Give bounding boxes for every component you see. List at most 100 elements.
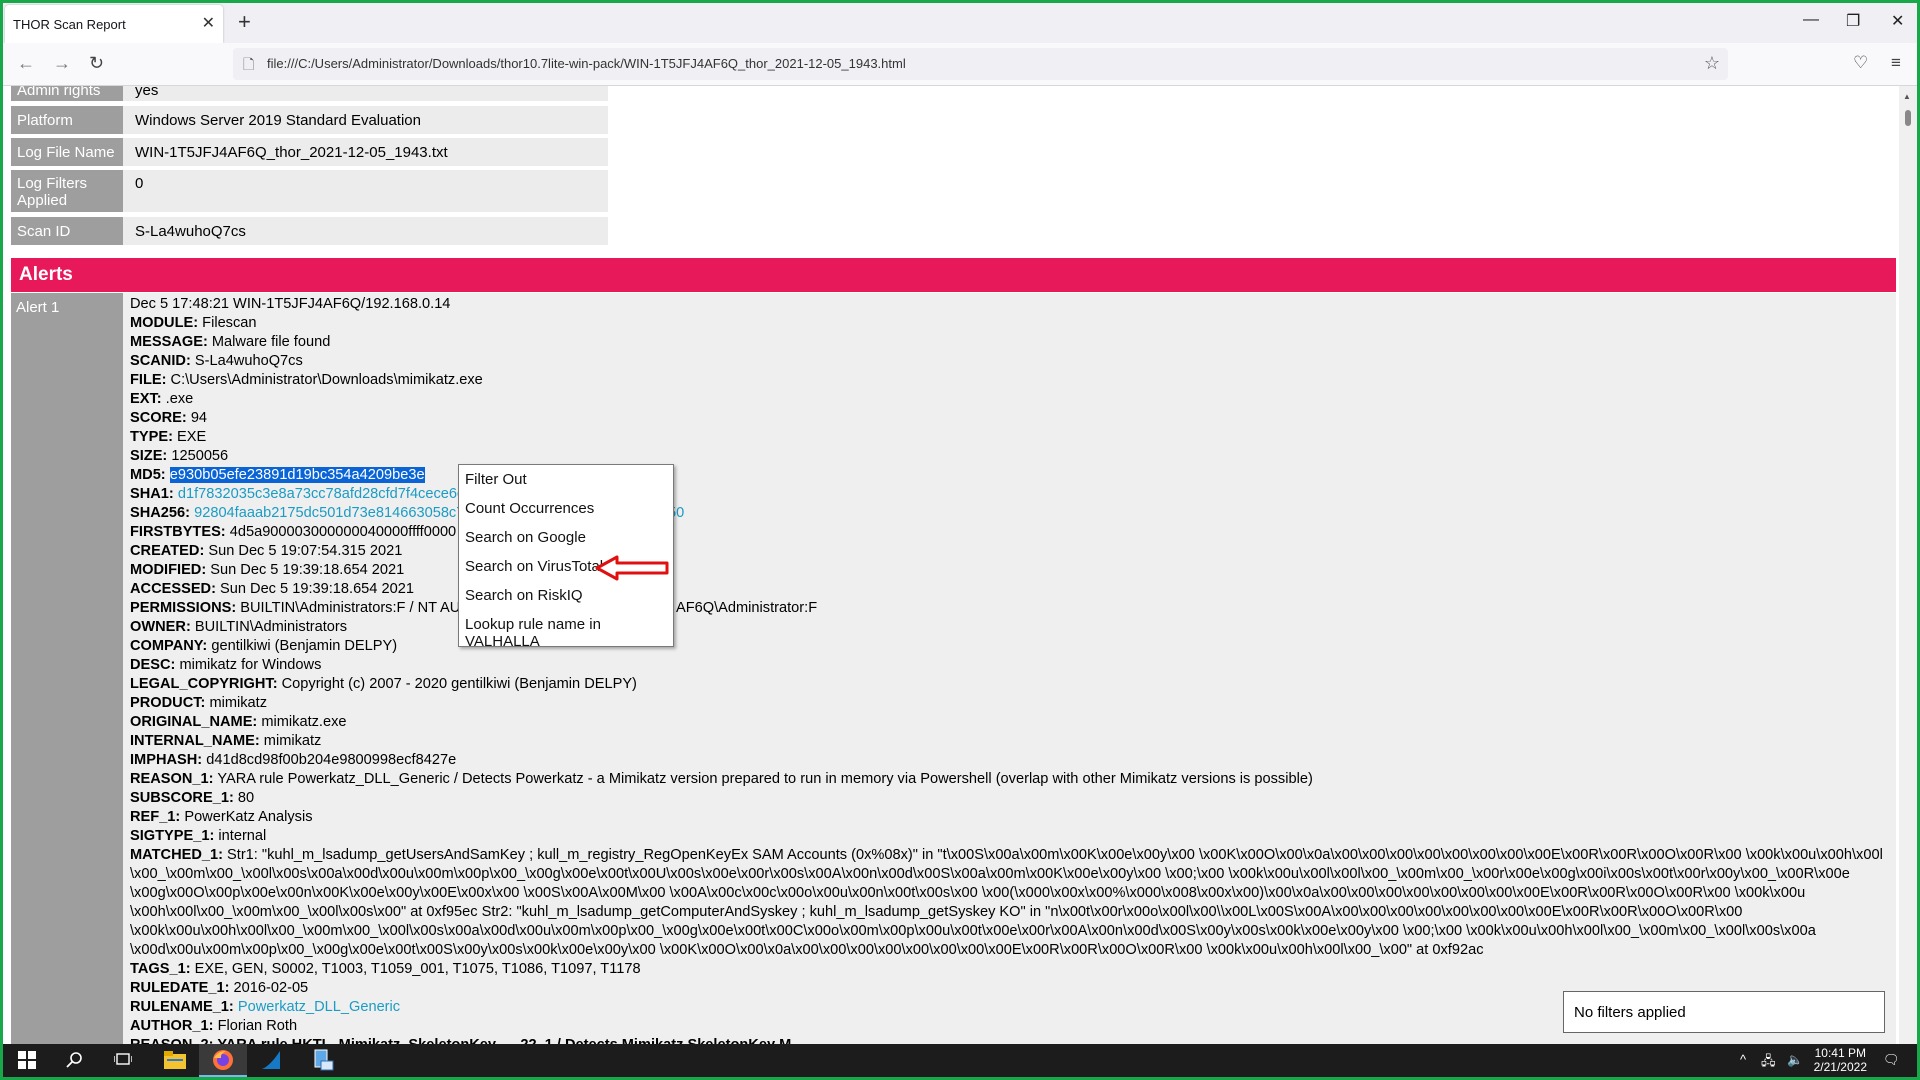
md5-link-selected[interactable]: e930b05efe23891d19bc354a4209be3e (169, 467, 425, 483)
windows-taskbar: ^ 🖧 🔈 10:41 PM 2/21/2022 🗨 (3, 1044, 1917, 1077)
rulename-link[interactable]: Powerkatz_DLL_Generic (234, 999, 400, 1015)
server-manager-icon[interactable] (299, 1044, 347, 1077)
scroll-up-icon[interactable]: ▲ (1903, 92, 1911, 101)
field-subscore-1: SUBSCORE_1: 80 (130, 790, 255, 806)
field-imphash: IMPHASH: d41d8cd98f00b204e9800998ecf8427… (130, 752, 457, 768)
info-row-log-filters-applied: Log Filters Applied 0 (11, 170, 608, 212)
field-sha1: SHA1: d1f7832035c3e8a73cc78afd28cfd7f4ce… (130, 486, 466, 502)
info-value: Windows Server 2019 Standard Evaluation (135, 112, 421, 129)
field-file: FILE: C:\Users\Administrator\Downloads\m… (130, 372, 483, 388)
tab-bar: THOR Scan Report ✕ + — ❐ ✕ (3, 3, 1917, 43)
restore-icon[interactable]: ❐ (1846, 11, 1860, 31)
field-message: MESSAGE: Malware file found (130, 334, 331, 350)
info-label: Platform (11, 106, 123, 134)
field-md5: MD5: e930b05efe23891d19bc354a4209be3e (130, 467, 425, 483)
field-matched-1: MATCHED_1: Str1: "kuhl_m_lsadump_getUser… (130, 847, 1883, 863)
info-label: Log File Name (11, 138, 123, 166)
sha256-link[interactable]: 92804faaab2175dc501d73e814663058c7 (194, 505, 464, 521)
navigation-bar: ← → ↻ 🗋 file:///C:/Users/Administrator/D… (3, 43, 1917, 86)
field-reason-2-partial: REASON_2: YARA rule HKTL_Mimikatz_Skelet… (130, 1036, 1890, 1044)
taskbar-clock[interactable]: 10:41 PM 2/21/2022 (1814, 1046, 1867, 1074)
alert-label: Alert 1 (11, 293, 123, 1044)
vertical-scrollbar[interactable]: ▲ (1899, 86, 1917, 1044)
tab-title: THOR Scan Report (13, 17, 126, 32)
back-icon[interactable]: ← (17, 53, 35, 74)
field-original-name: ORIGINAL_NAME: mimikatz.exe (130, 714, 347, 730)
field-desc: DESC: mimikatz for Windows (130, 657, 322, 673)
info-value: WIN-1T5JFJ4AF6Q_thor_2021-12-05_1943.txt (135, 144, 448, 161)
field-type: TYPE: EXE (130, 429, 207, 445)
url-text[interactable]: file:///C:/Users/Administrator/Downloads… (267, 56, 906, 71)
menu-item-count-occurrences[interactable]: Count Occurrences (465, 500, 594, 517)
menu-item-search-google[interactable]: Search on Google (465, 529, 586, 546)
alert-header-line: Dec 5 17:48:21 WIN-1T5JFJ4AF6Q/192.168.0… (130, 296, 451, 312)
clock-date: 2/21/2022 (1813, 1060, 1867, 1074)
field-score: SCORE: 94 (130, 410, 208, 426)
close-tab-icon[interactable]: ✕ (202, 13, 215, 33)
menu-item-lookup-valhalla[interactable]: Lookup rule name in VALHALLA (465, 616, 673, 650)
matched-line: \x00d\x00u\x00m\x00p\x00_\x00g\x00e\x00t… (130, 942, 1484, 958)
notifications-icon[interactable]: 🗨 (1883, 1052, 1900, 1068)
pocket-icon[interactable]: ♡ (1853, 53, 1868, 73)
field-legal-copyright: LEGAL_COPYRIGHT: Copyright (c) 2007 - 20… (130, 676, 637, 692)
menu-item-filter-out[interactable]: Filter Out (465, 471, 527, 488)
info-label: Scan ID (11, 217, 123, 245)
page-content: Admin rights yes Platform Windows Server… (3, 86, 1899, 1044)
matched-line: \x00_\x00m\x00_\x00l\x00s\x00a\x00d\x00u… (130, 866, 1850, 882)
info-label: Admin rights (11, 86, 123, 101)
wireshark-icon[interactable] (247, 1044, 295, 1077)
field-ext: EXT: .exe (130, 391, 194, 407)
matched-line: \x00g\x00O\x00p\x00e\x00n\x00K\x00e\x00y… (130, 885, 1806, 901)
info-value: 0 (135, 175, 144, 192)
tray-chevron-icon[interactable]: ^ (1740, 1052, 1746, 1067)
info-row-log-file-name: Log File Name WIN-1T5JFJ4AF6Q_thor_2021-… (11, 138, 608, 166)
info-row-scan-id: Scan ID S-La4wuhoQ7cs (11, 217, 608, 245)
field-sigtype-1: SIGTYPE_1: internal (130, 828, 267, 844)
clock-time: 10:41 PM (1814, 1046, 1866, 1060)
info-value: S-La4wuhoQ7cs (135, 223, 246, 240)
browser-window: THOR Scan Report ✕ + — ❐ ✕ ← → ↻ 🗋 file:… (0, 0, 1920, 1080)
info-row-platform: Platform Windows Server 2019 Standard Ev… (11, 106, 608, 134)
field-reason-1: REASON_1: YARA rule Powerkatz_DLL_Generi… (130, 771, 1313, 787)
filter-status-box: No filters applied (1563, 991, 1885, 1033)
menu-item-search-riskiq[interactable]: Search on RiskIQ (465, 587, 583, 604)
field-tags-1: TAGS_1: EXE, GEN, S0002, T1003, T1059_00… (130, 961, 641, 977)
page-icon: 🗋 (243, 56, 255, 72)
alerts-header: Alerts (11, 258, 1896, 292)
menu-icon[interactable]: ≡ (1891, 53, 1901, 73)
minimize-icon[interactable]: — (1803, 11, 1819, 29)
new-tab-icon[interactable]: + (238, 9, 251, 35)
field-scanid: SCANID: S-La4wuhoQ7cs (130, 353, 303, 369)
sha1-link[interactable]: d1f7832035c3e8a73cc78afd28cfd7f4cece6d (178, 486, 465, 502)
info-value: yes (135, 86, 159, 99)
alert-body: Dec 5 17:48:21 WIN-1T5JFJ4AF6Q/192.168.0… (130, 295, 1890, 1044)
field-firstbytes: FIRSTBYTES: 4d5a900003000000040000ffff00… (130, 524, 457, 540)
field-module: MODULE: Filescan (130, 315, 257, 331)
network-icon[interactable]: 🖧 (1761, 1052, 1776, 1074)
firefox-icon[interactable] (199, 1044, 247, 1077)
menu-item-search-virustotal[interactable]: Search on VirusTotal (465, 558, 603, 575)
reload-icon[interactable]: ↻ (89, 53, 104, 74)
field-created: CREATED: Sun Dec 5 19:07:54.315 2021 (130, 543, 403, 559)
matched-line: \x00h\x00l\x00_\x00m\x00_\x00l\x00s\x00"… (130, 904, 1743, 920)
volume-icon[interactable]: 🔈 (1787, 1052, 1803, 1068)
forward-icon[interactable]: → (53, 53, 71, 74)
field-ref-1: REF_1: PowerKatz Analysis (130, 809, 313, 825)
windows-start-icon[interactable] (3, 1044, 51, 1077)
field-product: PRODUCT: mimikatz (130, 695, 268, 711)
field-owner: OWNER: BUILTIN\Administrators (130, 619, 348, 635)
bookmark-star-icon[interactable]: ☆ (1704, 53, 1720, 74)
red-arrow-annotation (595, 555, 669, 581)
close-window-icon[interactable]: ✕ (1891, 11, 1904, 31)
matched-line: \x00k\x00u\x00h\x00l\x00_\x00m\x00_\x00l… (130, 923, 1816, 939)
file-explorer-icon[interactable] (151, 1044, 199, 1077)
tab-thor-scan-report[interactable]: THOR Scan Report ✕ (5, 5, 223, 43)
task-view-icon[interactable] (99, 1044, 147, 1077)
field-permissions: PERMISSIONS: BUILTIN\Administrators:F / … (130, 600, 818, 616)
address-bar[interactable]: 🗋 file:///C:/Users/Administrator/Downloa… (233, 48, 1728, 80)
field-size: SIZE: 1250056 (130, 448, 229, 464)
scrollbar-thumb[interactable] (1905, 110, 1911, 126)
field-sha256: SHA256: 92804faaab2175dc501d73e814663058… (130, 505, 685, 521)
info-row-admin-rights: Admin rights yes (11, 86, 608, 101)
search-icon[interactable] (51, 1044, 99, 1077)
